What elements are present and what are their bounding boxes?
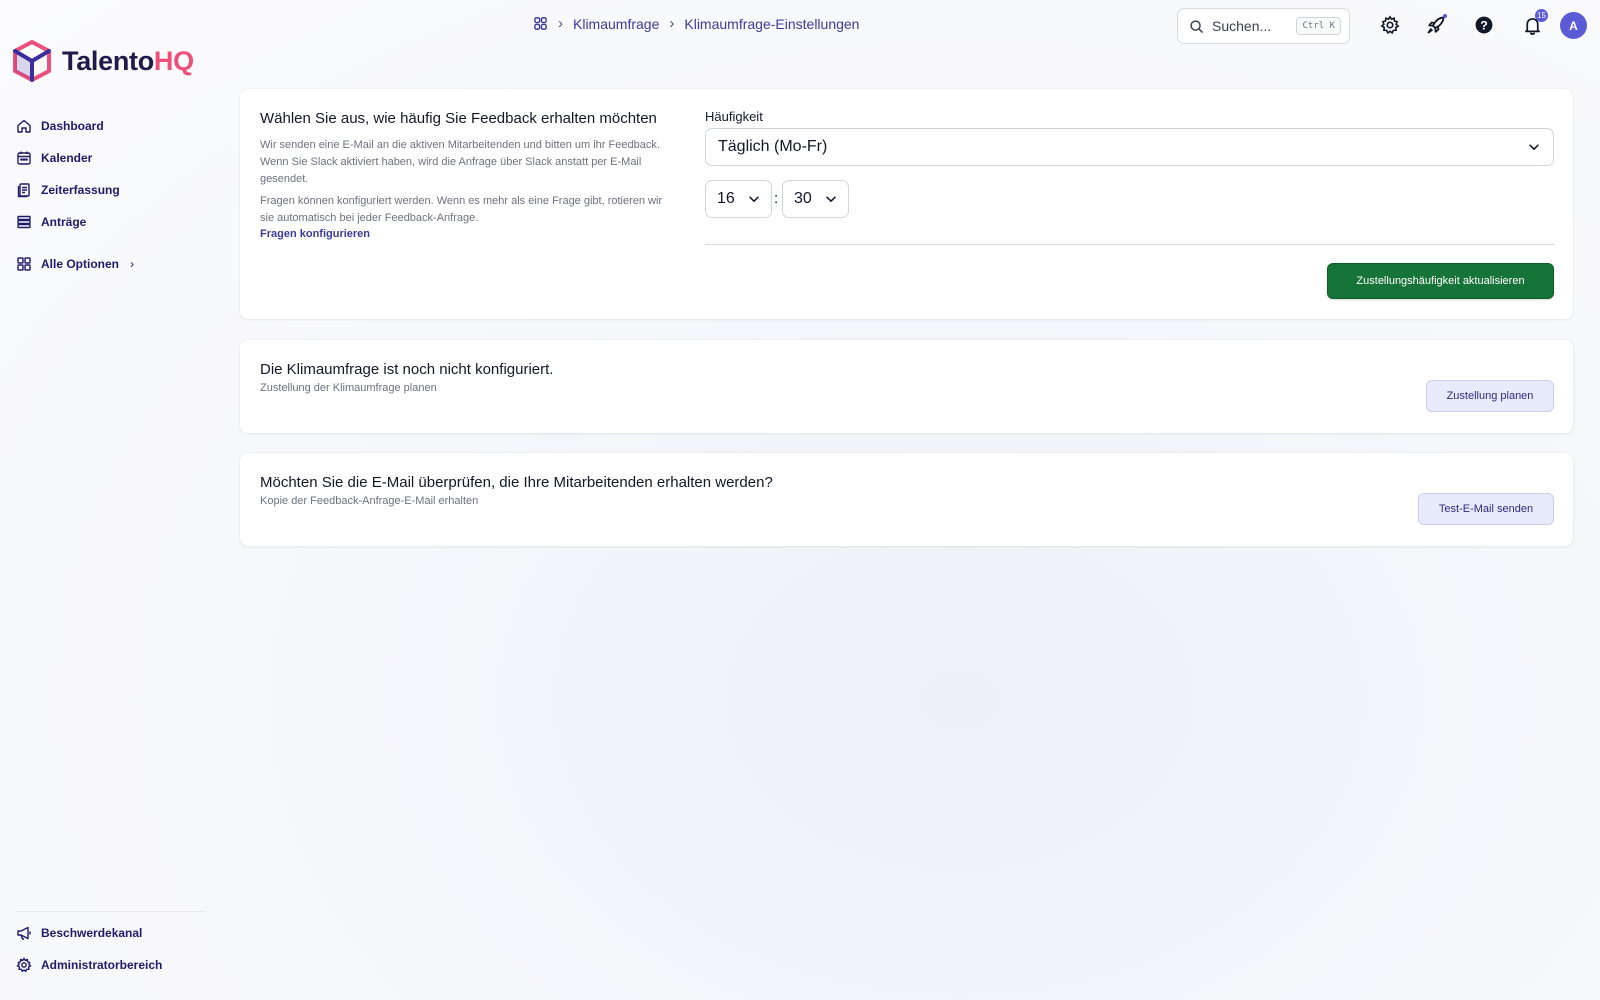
schedule-card: Die Klimaumfrage ist noch nicht konfigur… — [240, 340, 1573, 433]
indicator-dot — [1443, 14, 1447, 18]
test-email-card-title: Möchten Sie die E-Mail überprüfen, die I… — [260, 474, 773, 491]
sidebar-item-label: Administratorbereich — [41, 958, 163, 972]
breadcrumb: › Klimaumfrage › Klimaumfrage-Einstellun… — [533, 15, 859, 32]
time-separator: : — [774, 190, 779, 207]
notifications-button[interactable]: 15 — [1520, 9, 1548, 37]
update-frequency-button[interactable]: Zustellungshäufigkeit aktualisieren — [1327, 263, 1554, 299]
gear-icon — [16, 957, 32, 973]
hour-select[interactable]: 16 — [705, 180, 772, 218]
schedule-delivery-button[interactable]: Zustellung planen — [1426, 380, 1554, 412]
svg-text:?: ? — [1480, 19, 1488, 33]
test-email-card: Möchten Sie die E-Mail überprüfen, die I… — [240, 453, 1573, 546]
logo-text-talento: Talento — [62, 45, 154, 76]
hour-selected-value: 16 — [717, 190, 735, 207]
send-test-email-button[interactable]: Test-E-Mail senden — [1418, 493, 1554, 525]
sidebar-item-dashboard[interactable]: Dashboard — [16, 110, 134, 142]
chevron-right-icon: › — [130, 257, 134, 271]
settings-button[interactable] — [1378, 13, 1402, 37]
gear-icon — [1380, 15, 1400, 35]
stack-icon — [17, 215, 31, 229]
user-avatar[interactable]: A — [1560, 12, 1587, 39]
question-circle-icon: ? — [1475, 16, 1493, 34]
rocket-button[interactable] — [1424, 13, 1448, 37]
frequency-selected-value: Täglich (Mo-Fr) — [718, 138, 828, 155]
home-icon — [17, 119, 31, 133]
sidebar-item-zeiterfassung[interactable]: Zeiterfassung — [16, 174, 134, 206]
sidebar-item-label: Beschwerdekanal — [41, 926, 143, 940]
sidebar-item-administratorbereich[interactable]: Administratorbereich — [16, 949, 206, 981]
shortcut-hint: Ctrl K — [1296, 17, 1341, 35]
sidebar-item-alle-optionen[interactable]: Alle Optionen › — [16, 248, 134, 280]
sidebar-nav: Dashboard Kalender Zeiterfassung Anträge… — [16, 110, 134, 280]
logo-wordmark: TalentoHQ — [62, 46, 194, 77]
sidebar-item-label: Dashboard — [41, 119, 104, 133]
minute-selected-value: 30 — [794, 190, 812, 207]
logo-text-hq: HQ — [153, 45, 194, 76]
frequency-label: Häufigkeit — [705, 109, 763, 124]
minute-select[interactable]: 30 — [782, 180, 849, 218]
search-icon — [1190, 19, 1203, 33]
questions-description: Fragen können konfiguriert werden. Wenn … — [260, 195, 663, 224]
search-input[interactable]: Suchen... — [1212, 18, 1288, 34]
frequency-card-title: Wählen Sie aus, wie häufig Sie Feedback … — [260, 110, 657, 127]
apps-grid-icon[interactable] — [533, 16, 548, 31]
search-box[interactable]: Suchen... Ctrl K — [1177, 8, 1350, 44]
frequency-select[interactable]: Täglich (Mo-Fr) — [705, 128, 1554, 166]
megaphone-icon — [17, 926, 31, 940]
grid-icon — [17, 257, 31, 271]
chevron-down-icon — [1529, 144, 1539, 150]
sidebar-item-antraege[interactable]: Anträge — [16, 206, 134, 238]
chevron-right-icon: › — [669, 15, 675, 32]
sidebar: TalentoHQ Dashboard Kalender Zeiterfassu… — [0, 0, 210, 1000]
chevron-right-icon: › — [558, 15, 563, 32]
sidebar-item-label: Kalender — [41, 151, 93, 165]
divider — [705, 244, 1554, 245]
frequency-description: Wir senden eine E-Mail an die aktiven Mi… — [260, 139, 660, 185]
breadcrumb-item-klimaumfrage[interactable]: Klimaumfrage — [573, 16, 659, 32]
schedule-card-subtitle: Zustellung der Klimaumfrage planen — [260, 382, 437, 394]
sidebar-item-kalender[interactable]: Kalender — [16, 142, 134, 174]
configure-questions-link[interactable]: Fragen konfigurieren — [260, 228, 370, 240]
notification-count-badge: 15 — [1535, 9, 1548, 22]
sidebar-item-label: Zeiterfassung — [41, 183, 120, 197]
chevron-down-icon — [826, 196, 836, 202]
frequency-settings-card: Wählen Sie aus, wie häufig Sie Feedback … — [240, 89, 1573, 319]
help-button[interactable]: ? — [1472, 13, 1496, 37]
sidebar-item-label: Alle Optionen — [41, 257, 119, 271]
chevron-down-icon — [749, 196, 759, 202]
sidebar-bottom-nav: Beschwerdekanal Administratorbereich — [16, 911, 206, 981]
clipboard-icon — [17, 183, 30, 198]
sidebar-item-beschwerdekanal[interactable]: Beschwerdekanal — [16, 917, 206, 949]
breadcrumb-item-current: Klimaumfrage-Einstellungen — [684, 15, 860, 32]
topbar: › Klimaumfrage › Klimaumfrage-Einstellun… — [0, 0, 1600, 50]
test-email-card-subtitle: Kopie der Feedback-Anfrage-E-Mail erhalt… — [260, 495, 479, 507]
sidebar-item-label: Anträge — [41, 215, 87, 229]
schedule-card-title: Die Klimaumfrage ist noch nicht konfigur… — [260, 361, 554, 378]
calendar-icon — [17, 151, 31, 165]
